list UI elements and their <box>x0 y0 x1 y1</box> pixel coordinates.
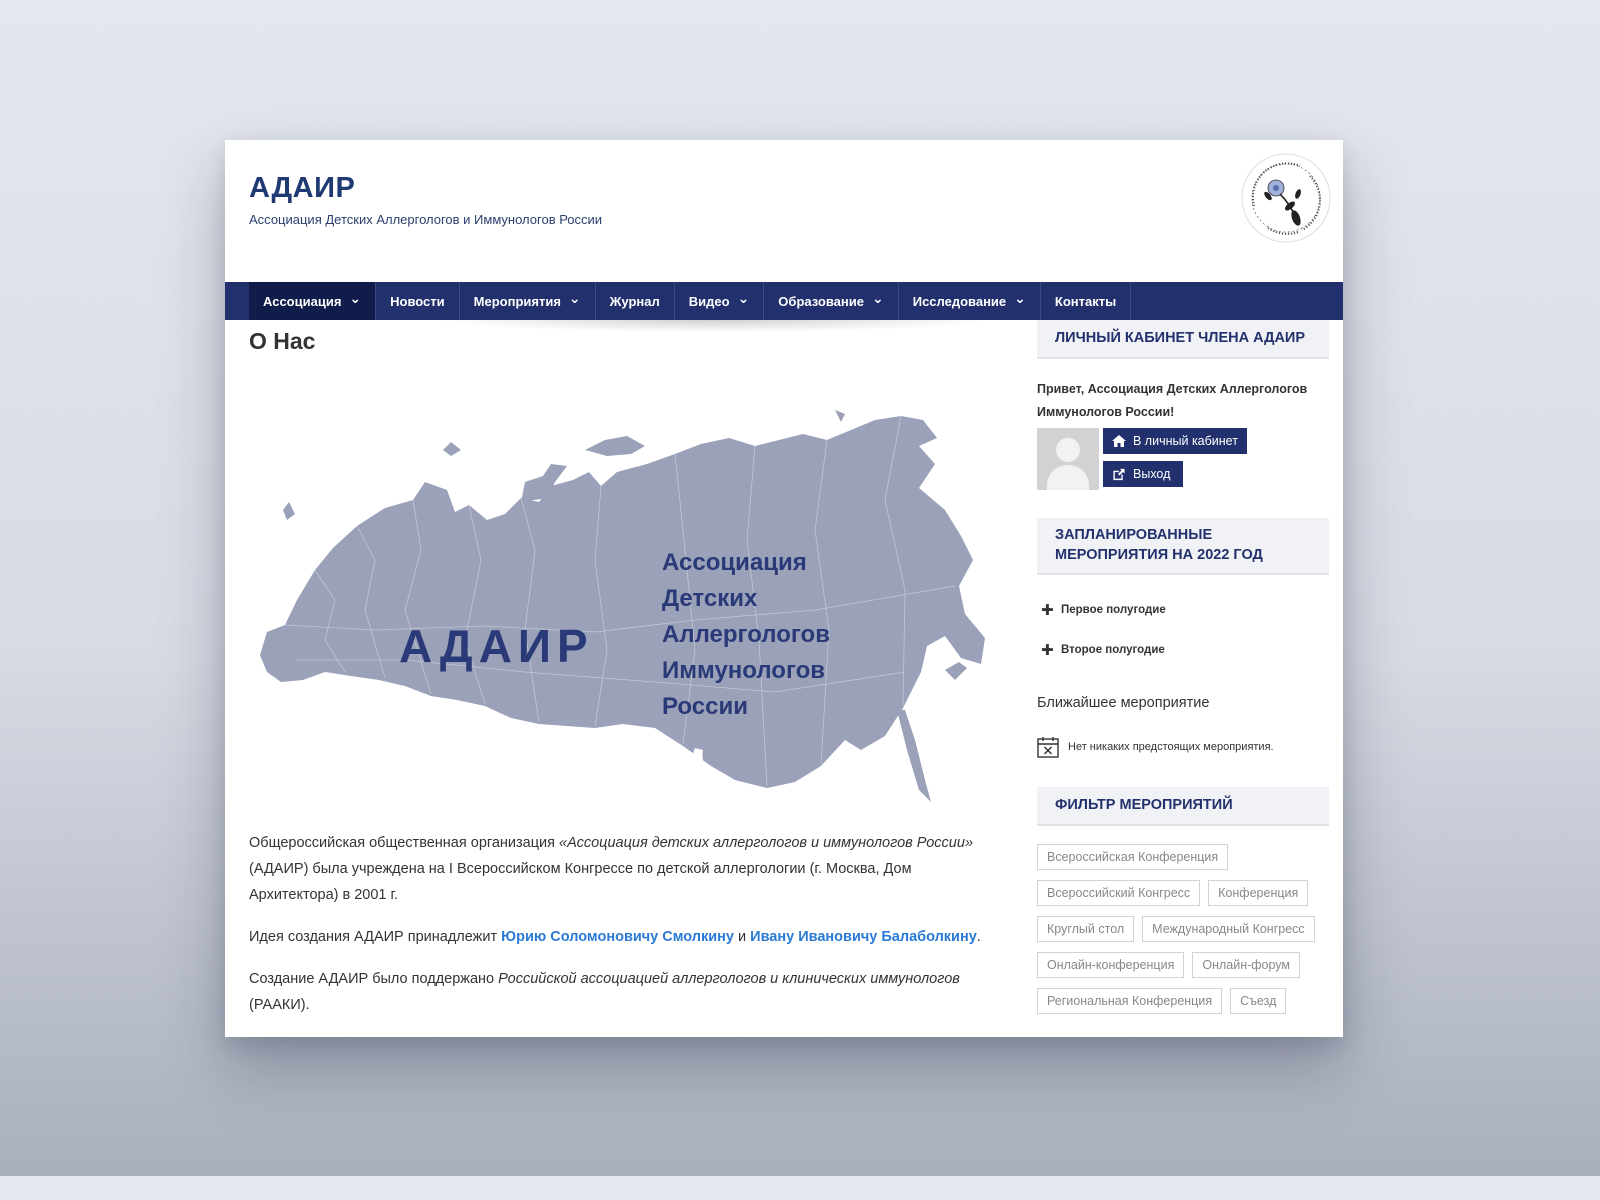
chevron-down-icon: ⌄ <box>1014 289 1026 306</box>
map-big-label: АДАИР <box>399 620 594 672</box>
first-half-label: Первое полугодие <box>1061 604 1166 616</box>
plus-icon: ✚ <box>1041 602 1054 619</box>
external-link-icon <box>1113 468 1125 480</box>
p1-em: «Ассоциация детских аллергологов и иммун… <box>559 835 974 851</box>
no-events-text: Нет никаких предстоящих мероприятия. <box>1068 741 1274 753</box>
main-nav: Ассоциация ⌄ Новости Мероприятия ⌄ Журнал Виде… <box>225 282 1343 320</box>
chevron-down-icon: ⌄ <box>737 289 750 306</box>
filter-widget-title: Фильтр мероприятий <box>1037 787 1329 826</box>
site-title[interactable]: АДАИР <box>249 172 355 205</box>
planned-title-line2: мероприятия на 2022 год <box>1055 547 1263 563</box>
chevron-down-icon: ⌄ <box>871 289 884 306</box>
greeting-text: Привет, Ассоциация Детских Аллергологов … <box>1037 382 1308 419</box>
filter-tag[interactable]: Съезд <box>1230 988 1287 1014</box>
nav-item-4[interactable]: Видео ⌄ <box>675 282 765 320</box>
nav-item-label: Ассоциация <box>263 293 342 309</box>
first-half-toggle[interactable]: ✚ Первое полугодие <box>1041 601 1329 619</box>
russia-map-image: АДАИР Ассоциация Детских Аллергологов Иммун… <box>260 410 985 802</box>
nav-item-label: Контакты <box>1054 293 1117 309</box>
logo-icon[interactable] <box>1240 152 1332 244</box>
chevron-down-icon: ⌄ <box>568 289 581 306</box>
founder-link-balabolkin[interactable]: Ивану Ивановичу Балаболкину <box>750 929 977 945</box>
nav-item-6[interactable]: Исследование ⌄ <box>899 282 1041 320</box>
p2-end: . <box>976 929 981 945</box>
cabinet-button[interactable]: В личный кабинет <box>1103 428 1247 454</box>
nav-item-5[interactable]: Образование ⌄ <box>764 282 899 320</box>
logout-button-label: Выход <box>1133 467 1171 481</box>
page-title: О Нас <box>249 328 316 354</box>
nav-item-label: Видео <box>688 293 730 309</box>
no-events-message: Нет никаких предстоящих мероприятия. <box>1037 736 1329 758</box>
filter-tag[interactable]: Региональная Конференция <box>1037 988 1223 1014</box>
nav-shadow <box>435 320 995 332</box>
planned-widget-title: Запланированные мероприятия на 2022 год <box>1037 518 1329 575</box>
site-subtitle: Ассоциация Детских Аллергологов и Иммуно… <box>249 212 603 227</box>
planned-title-line1: Запланированные <box>1055 527 1213 543</box>
chevron-down-icon: ⌄ <box>349 289 362 306</box>
calendar-x-icon <box>1037 737 1059 758</box>
page-card: АДАИР Ассоциация Детских Аллергологов и … <box>225 140 1343 1037</box>
p1-text: Общероссийская общественная организация <box>249 835 560 851</box>
nav-item-3[interactable]: Журнал <box>596 282 675 320</box>
nav-item-2[interactable]: Мероприятия ⌄ <box>460 282 596 320</box>
plus-icon: ✚ <box>1041 642 1054 659</box>
nearest-event-title: Ближайшее мероприятие <box>1037 695 1210 711</box>
p2-text: Идея создания АДАИР принадлежит <box>249 929 502 945</box>
map-caption-line: Иммунологов <box>662 657 825 684</box>
p3-em: Российской ассоциацией аллергологов и кл… <box>498 971 960 987</box>
nav-item-label: Исследование <box>912 293 1007 309</box>
russia-map-shape <box>260 410 985 802</box>
paragraph-founders: Идея создания АДАИР принадлежит Юрию Сол… <box>249 924 994 950</box>
filter-tag[interactable]: Онлайн-форум <box>1192 952 1301 978</box>
map-caption-line: Ассоциация <box>662 549 807 576</box>
cabinet-widget-title: Личный кабинет члена АДАИР <box>1037 320 1329 359</box>
map-caption-line: России <box>662 693 748 720</box>
filter-tag[interactable]: Конференция <box>1208 880 1309 906</box>
home-icon <box>1112 435 1126 447</box>
nav-item-label: Новости <box>390 293 445 309</box>
p3-rest: (РААКИ). <box>249 997 310 1013</box>
p1-rest: (АДАИР) была учреждена на I Всероссийско… <box>249 861 912 903</box>
nav-item-0[interactable]: Ассоциация ⌄ <box>249 282 377 320</box>
nav-item-label: Мероприятия <box>473 293 561 309</box>
logout-button[interactable]: Выход <box>1103 461 1183 487</box>
filter-tag[interactable]: Круглый стол <box>1037 916 1135 942</box>
avatar <box>1037 428 1099 490</box>
p2-mid: и <box>733 929 751 945</box>
sidebar: Личный кабинет члена АДАИР Привет, Ассоц… <box>1037 320 1329 1014</box>
paragraph-founding: Общероссийская общественная организация … <box>249 830 994 908</box>
p3-text: Создание АДАИР было поддержано <box>249 971 499 987</box>
map-caption-line: Аллергологов <box>662 621 830 648</box>
profile-block: В личный кабинет Выход <box>1037 428 1329 490</box>
map-caption-line: Детских <box>662 585 758 612</box>
filter-tag[interactable]: Онлайн-конференция <box>1037 952 1185 978</box>
nav-item-label: Образование <box>778 293 864 309</box>
second-half-label: Второе полугодие <box>1061 644 1165 656</box>
nav-item-1[interactable]: Новости <box>376 282 460 320</box>
founder-link-smolkin[interactable]: Юрию Соломоновичу Смолкину <box>501 929 734 945</box>
nav-item-7[interactable]: Контакты <box>1041 282 1132 320</box>
about-content: Общероссийская общественная организация … <box>249 830 994 1034</box>
paragraph-support: Создание АДАИР было поддержано Российско… <box>249 966 994 1018</box>
filter-tag[interactable]: Всероссийский Конгресс <box>1037 880 1201 906</box>
second-half-toggle[interactable]: ✚ Второе полугодие <box>1041 641 1329 659</box>
cabinet-button-label: В личный кабинет <box>1133 434 1238 448</box>
filter-tags: Всероссийская Конференция Всероссийский К… <box>1037 844 1337 1014</box>
nav-item-label: Журнал <box>609 293 660 309</box>
filter-tag[interactable]: Международный Конгресс <box>1142 916 1315 942</box>
filter-tag[interactable]: Всероссийская Конференция <box>1037 844 1229 870</box>
